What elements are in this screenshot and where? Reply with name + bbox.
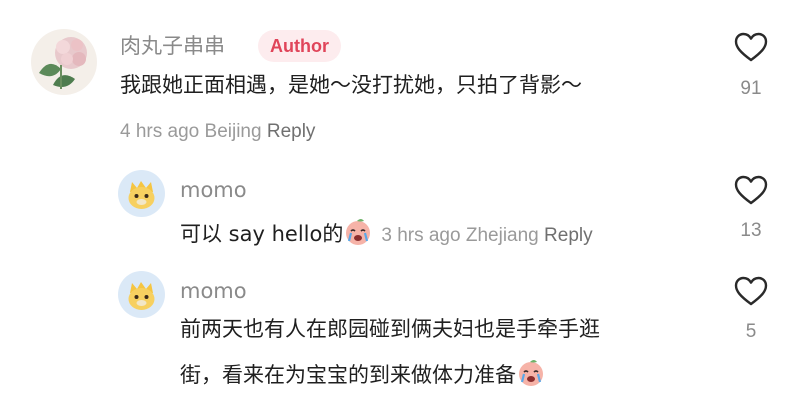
comment-text-row: 街，看来在为宝宝的到来做体力准备 [180, 358, 546, 388]
avatar-cartoon[interactable] [118, 170, 165, 217]
comment-text-line-1: 前两天也有人在郎园碰到俩夫妇也是手牵手逛 [180, 317, 600, 341]
heart-icon [734, 32, 768, 62]
comment-text-line-2: 街，看来在为宝宝的到来做体力准备 [180, 363, 516, 387]
like-count: 13 [740, 220, 762, 241]
like-count: 91 [740, 78, 762, 99]
reply-button[interactable]: Reply [544, 225, 593, 246]
like-button[interactable] [731, 175, 771, 205]
comment-location: Zhejiang [465, 225, 539, 246]
crying-face-emoji [343, 217, 373, 247]
comment-time: 4 hrs ago [120, 121, 200, 142]
like-button[interactable] [731, 32, 771, 62]
comment-text-row: 可以 say hello的 3 hrs ago Zhejiang Reply [180, 217, 593, 247]
heart-icon [734, 276, 768, 306]
comment-text: 可以 say hello的 [180, 222, 344, 246]
avatar-cartoon[interactable] [118, 271, 165, 318]
author-badge: Author [258, 30, 341, 62]
comment-text: 我跟她正面相遇，是她～没打扰她，只拍了背影～ [120, 73, 582, 97]
comment-username[interactable]: momo [180, 281, 247, 302]
avatar-hydrangea[interactable] [31, 29, 97, 95]
reply-button[interactable]: Reply [267, 121, 316, 142]
comment-location: Beijing [204, 121, 262, 142]
comment-username[interactable]: momo [180, 180, 247, 201]
like-button[interactable] [731, 276, 771, 306]
heart-icon [734, 175, 768, 205]
crying-face-emoji [516, 358, 546, 388]
comment-username[interactable]: 肉丸子串串 [120, 36, 225, 57]
like-count: 5 [745, 321, 757, 342]
comment-time: 3 hrs ago [381, 225, 461, 246]
comment-meta: 4 hrs ago Beijing Reply [120, 122, 315, 141]
